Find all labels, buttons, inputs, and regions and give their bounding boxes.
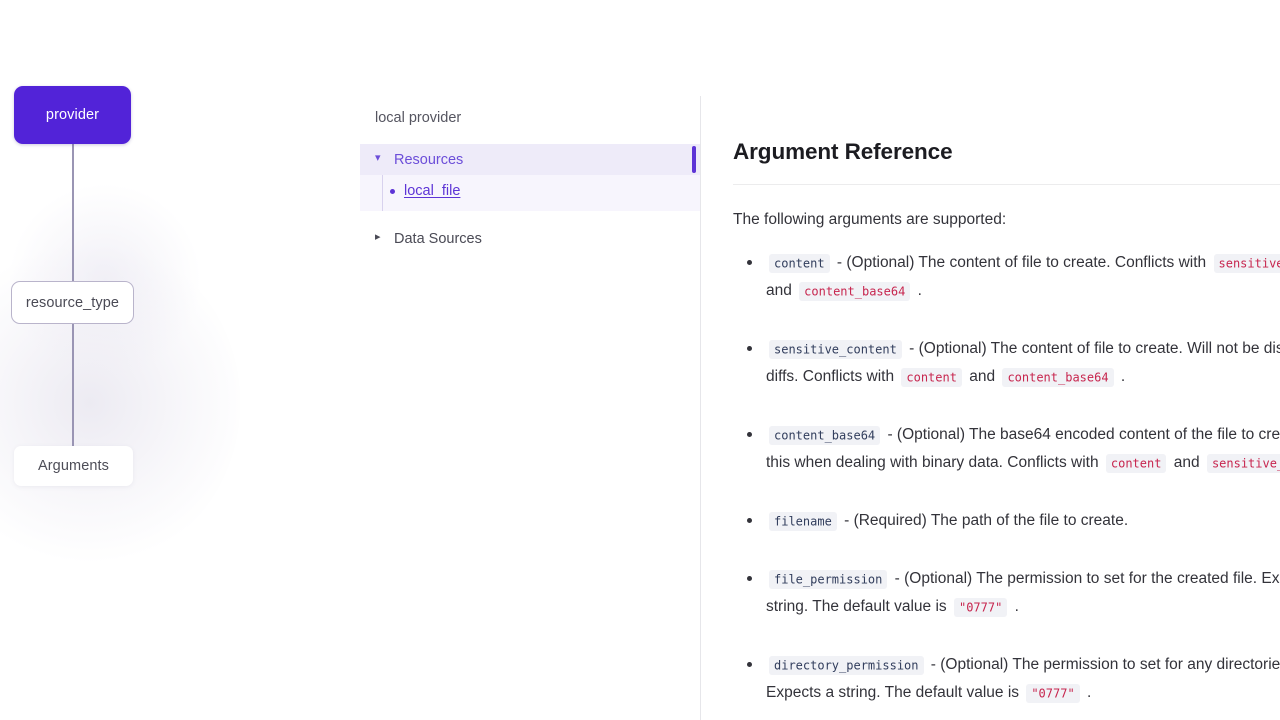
argument-item: sensitive_content - (Optional) The conte… [733, 335, 1280, 391]
node-resource-type-label: resource_type [25, 294, 120, 311]
argument-description-text: and [766, 282, 797, 299]
content-divider [700, 96, 701, 720]
inline-code-chip: sensitive_content [1213, 253, 1280, 273]
argument-name-chip: sensitive_content [769, 339, 902, 359]
nav-resources-children: local_file [360, 175, 700, 211]
argument-description-text: . [1010, 598, 1019, 615]
argument-list: content - (Optional) The content of file… [733, 249, 1280, 707]
page-title: Argument Reference [733, 139, 953, 164]
bullet-dot-icon [390, 188, 395, 194]
argument-description-text: and [964, 368, 1000, 385]
argument-item: directory_permission - (Optional) The pe… [733, 651, 1280, 707]
node-provider[interactable]: provider [14, 86, 131, 144]
argument-item: content_base64 - (Optional) The base64 e… [733, 421, 1280, 477]
argument-description-text: - (Required) The path of the file to cre… [839, 512, 1129, 529]
inline-code-chip: content_base64 [1002, 367, 1114, 387]
argument-item: file_permission - (Optional) The permiss… [733, 565, 1280, 621]
argument-name-chip: filename [769, 511, 837, 531]
argument-name-chip: content_base64 [769, 425, 881, 445]
intro-paragraph: The following arguments are supported: [733, 211, 1007, 228]
inline-code-chip: sensitive_content [1206, 453, 1280, 473]
node-arguments-label: Arguments [37, 458, 109, 474]
nav-item-local-file-label[interactable]: local_file [404, 183, 460, 199]
chevron-down-icon: ▾ [375, 152, 381, 164]
argument-name-chip: content [769, 253, 830, 273]
argument-description-text: . [1082, 684, 1092, 701]
flow-diagram: provider resource_type Arguments [0, 0, 300, 720]
argument-name-chip: file_permission [769, 569, 888, 589]
nav-item-local-file[interactable]: local_file [360, 180, 700, 202]
documentation-content: Argument Reference The following argumen… [733, 0, 1280, 720]
node-provider-label: provider [45, 107, 100, 123]
argument-description-text: - (Optional) The content of file to crea… [832, 254, 1211, 271]
nav-provider-title: local provider [375, 110, 462, 126]
argument-item: filename - (Required) The path of the fi… [733, 507, 1280, 535]
argument-item: content - (Optional) The content of file… [733, 249, 1280, 305]
argument-name-chip: directory_permission [769, 655, 924, 675]
inline-code-chip: content_base64 [799, 281, 911, 301]
argument-description-text: and [1169, 454, 1204, 471]
node-resource-type[interactable]: resource_type [11, 281, 134, 324]
nav-group-data-sources[interactable]: ▸ Data Sources [360, 223, 700, 254]
nav-group-resources[interactable]: ▾ Resources [360, 144, 700, 175]
node-arguments[interactable]: Arguments [14, 446, 133, 486]
background-glow-secondary [10, 180, 200, 380]
argument-description-text: . [913, 282, 922, 299]
nav-group-data-sources-label: Data Sources [394, 230, 482, 247]
navigation-tree: local provider ▾ Resources local_file ▸ … [360, 0, 700, 720]
nav-group-resources-label: Resources [394, 151, 464, 168]
active-indicator-bar [692, 146, 696, 173]
argument-description-text: . [1116, 368, 1126, 385]
title-divider [733, 184, 1280, 185]
inline-code-chip: content [1105, 453, 1167, 473]
inline-code-chip: "0777" [953, 597, 1008, 617]
inline-code-chip: content [901, 367, 962, 387]
chevron-right-icon: ▸ [375, 231, 381, 243]
inline-code-chip: "0777" [1026, 683, 1080, 703]
page-root: provider resource_type Arguments local p… [0, 0, 1280, 720]
